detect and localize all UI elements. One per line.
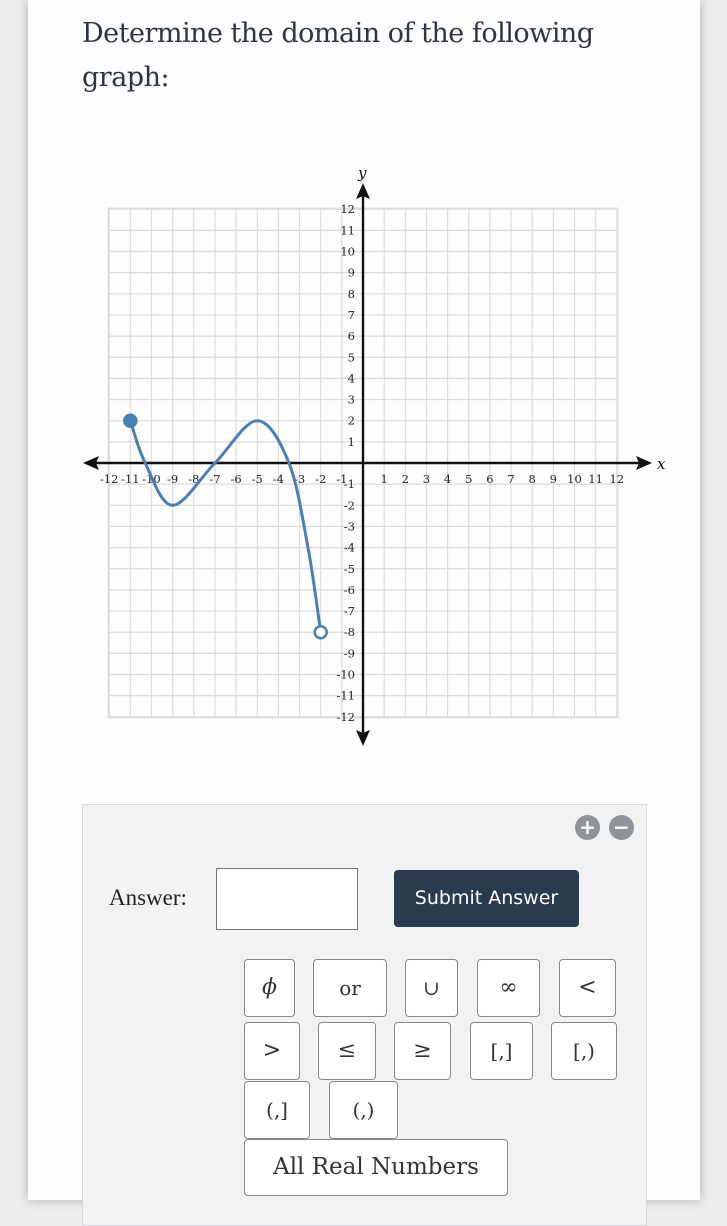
y-tick-label: -7 (344, 604, 355, 618)
x-tick-label: -11 (121, 472, 140, 486)
x-tick-label: -4 (273, 472, 284, 486)
y-tick-label: 10 (340, 245, 355, 259)
y-tick-label: 12 (340, 202, 355, 216)
x-tick-label: 6 (486, 472, 493, 486)
y-tick-label: -5 (344, 562, 355, 576)
x-tick-label: -6 (230, 472, 241, 486)
key-infinity[interactable]: ∞ (477, 959, 540, 1017)
x-tick-label: 2 (402, 472, 409, 486)
x-axis-label: x (657, 455, 666, 473)
y-tick-label: -8 (344, 625, 355, 639)
y-tick-label: 1 (348, 435, 355, 449)
key-less-equal[interactable]: ≤ (318, 1022, 376, 1080)
x-tick-label: -7 (209, 472, 220, 486)
key-greater-than[interactable]: > (244, 1022, 300, 1080)
y-tick-label: 4 (348, 371, 355, 385)
key-greater-equal[interactable]: ≥ (394, 1022, 451, 1080)
key-empty-set[interactable]: ϕ (244, 959, 295, 1017)
key-union[interactable]: ∪ (405, 959, 458, 1017)
answer-input[interactable] (216, 868, 358, 930)
y-tick-label: -4 (344, 541, 355, 555)
y-tick-label: 2 (348, 414, 355, 428)
key-closed-interval[interactable]: [,] (470, 1022, 533, 1080)
graph: xy -12 -11 -10 -9 -8 -7 -6 -5 -4 -3 -2 -1 1 2 3 4 5 6 7 8 9 1… (83, 164, 666, 746)
minus-circle-icon[interactable]: − (609, 815, 634, 840)
y-tick-label: -12 (336, 710, 355, 724)
x-tick-label: 8 (529, 472, 536, 486)
key-or[interactable]: or (313, 959, 387, 1017)
y-tick-label: -10 (336, 668, 355, 682)
y-tick-label: 11 (340, 223, 355, 237)
open-endpoint (313, 624, 328, 640)
answer-panel: + − Answer: Submit Answer ϕ or ∪ ∞ < > ≤… (82, 804, 647, 1226)
x-tick-label: 11 (588, 472, 603, 486)
x-tick-label: 1 (380, 472, 387, 486)
x-tick-label: -12 (100, 472, 119, 486)
y-tick-label: 9 (348, 266, 355, 280)
y-tick-label: 3 (348, 393, 355, 407)
y-tick-label: -2 (344, 498, 355, 512)
answer-label: Answer: (109, 885, 187, 910)
y-tick-label: 7 (348, 308, 355, 322)
closed-endpoint (123, 413, 138, 428)
key-open-interval[interactable]: (,) (329, 1081, 398, 1139)
y-tick-label: 8 (348, 287, 355, 301)
x-tick-label: 12 (609, 472, 624, 486)
y-tick-label: -9 (344, 646, 355, 660)
key-open-closed-interval[interactable]: (,] (244, 1081, 310, 1139)
x-tick-label: 10 (567, 472, 582, 486)
x-tick-label: 4 (444, 472, 451, 486)
y-tick-label: 6 (348, 329, 355, 343)
y-tick-label: -3 (344, 519, 355, 533)
x-tick-label: 9 (550, 472, 557, 486)
key-all-real-numbers[interactable]: All Real Numbers (244, 1139, 508, 1196)
x-tick-label: -5 (252, 472, 263, 486)
x-tick-label: -2 (315, 472, 326, 486)
key-closed-open-interval[interactable]: [,) (551, 1022, 617, 1080)
plus-circle-icon[interactable]: + (575, 815, 600, 840)
submit-answer-button[interactable]: Submit Answer (394, 870, 579, 927)
x-tick-label: 3 (423, 472, 430, 486)
key-less-than[interactable]: < (559, 959, 616, 1017)
y-tick-label: -1 (344, 477, 355, 491)
y-tick-label: -11 (336, 689, 355, 703)
x-tick-label: 5 (465, 472, 472, 486)
y-tick-label: -6 (344, 583, 355, 597)
x-tick-label: -9 (167, 472, 178, 486)
x-tick-label: 7 (507, 472, 514, 486)
y-tick-label: 5 (348, 350, 355, 364)
y-axis-label: y (357, 164, 367, 182)
